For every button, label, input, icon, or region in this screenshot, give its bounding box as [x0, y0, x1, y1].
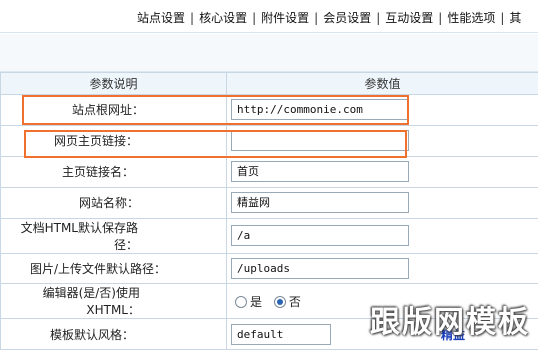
table-row: 图片/上传文件默认路径： /uploads — [1, 253, 538, 284]
top-nav: 站点设置|核心设置|附件设置|会员设置|互动设置|性能选项|其 — [0, 0, 538, 33]
row-value-cell: /uploads — [227, 253, 538, 284]
row-label: 网站名称： — [1, 187, 227, 218]
row-value-cell: /a — [227, 218, 538, 253]
nav-site-settings[interactable]: 站点设置 — [133, 9, 189, 26]
nav-other[interactable]: 其 — [505, 9, 525, 26]
toolbar-strip — [0, 34, 538, 72]
table-row: 网站名称： 精益网 — [1, 187, 538, 218]
row-label: 模板默认风格： — [1, 319, 227, 350]
xhtml-yes-label: 是 — [250, 295, 262, 309]
watermark: 跟版网模板 — [370, 297, 530, 341]
default-template-input[interactable]: default — [231, 324, 331, 345]
xhtml-no-label: 否 — [289, 295, 301, 309]
xhtml-no-radio[interactable] — [274, 296, 286, 308]
row-value-cell: http://commonie.com — [227, 95, 538, 126]
top-nav-items: 站点设置|核心设置|附件设置|会员设置|互动设置|性能选项|其 — [133, 9, 525, 26]
row-label: 主页链接名： — [1, 156, 227, 187]
table-row: 站点根网址： http://commonie.com — [1, 95, 538, 126]
row-label: 图片/上传文件默认路径： — [1, 253, 227, 284]
table-row: 文档HTML默认保存路径： /a — [1, 218, 538, 253]
nav-core-settings[interactable]: 核心设置 — [195, 9, 251, 26]
nav-interaction-settings[interactable]: 互动设置 — [381, 9, 437, 26]
table-row: 网页主页链接： — [1, 125, 538, 156]
row-label: 文档HTML默认保存路径： — [1, 218, 227, 253]
site-name-input[interactable]: 精益网 — [231, 192, 409, 213]
row-label: 编辑器(是/否)使用XHTML： — [1, 284, 227, 319]
nav-attachment-settings[interactable]: 附件设置 — [257, 9, 313, 26]
upload-path-input[interactable]: /uploads — [231, 258, 409, 279]
table-row: 主页链接名： 首页 — [1, 156, 538, 187]
nav-performance-options[interactable]: 性能选项 — [443, 9, 499, 26]
homepage-link-input[interactable] — [231, 130, 409, 151]
nav-member-settings[interactable]: 会员设置 — [319, 9, 375, 26]
header-param-desc: 参数说明 — [1, 73, 227, 95]
row-value-cell: 首页 — [227, 156, 538, 187]
html-save-path-input[interactable]: /a — [231, 225, 409, 246]
row-value-cell — [227, 125, 538, 156]
table-header-row: 参数说明 参数值 — [1, 73, 538, 95]
row-label: 站点根网址： — [1, 95, 227, 126]
row-value-cell: 精益网 — [227, 187, 538, 218]
header-param-value: 参数值 — [227, 73, 538, 95]
homepage-link-name-input[interactable]: 首页 — [231, 161, 409, 182]
row-label: 网页主页链接： — [1, 125, 227, 156]
site-root-url-input[interactable]: http://commonie.com — [231, 99, 409, 120]
xhtml-yes-radio[interactable] — [235, 296, 247, 308]
